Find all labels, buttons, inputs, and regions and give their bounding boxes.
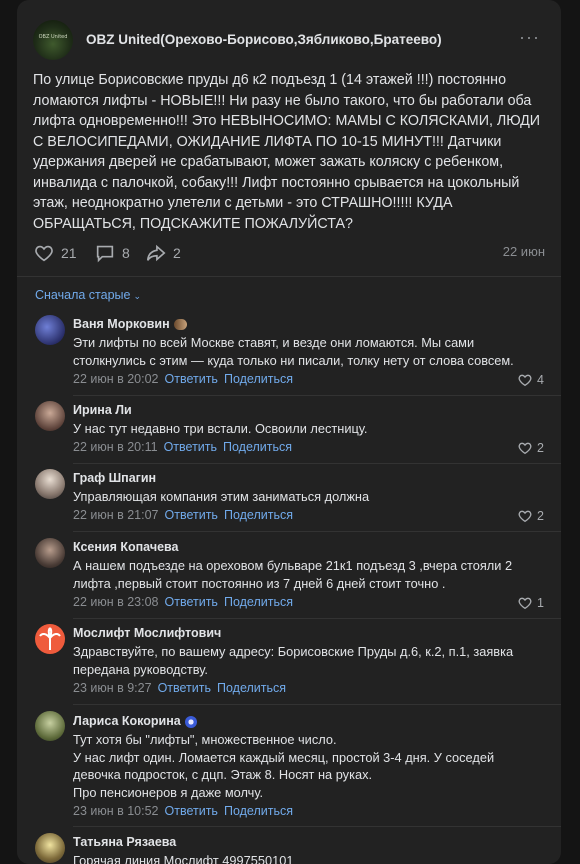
share-link[interactable]: Поделиться xyxy=(224,372,293,386)
comment-divider xyxy=(73,531,561,532)
comment-likes-count: 4 xyxy=(537,373,544,387)
group-avatar[interactable]: OBZ United xyxy=(33,20,73,60)
group-avatar-caption: OBZ United xyxy=(38,34,68,40)
comment-author[interactable]: Лариса Кокорина xyxy=(73,714,197,728)
share-link[interactable]: Поделиться xyxy=(224,595,293,609)
reply-link[interactable]: Ответить xyxy=(165,372,218,386)
comment-like-button[interactable]: 1 xyxy=(517,595,544,611)
comment-text: Эти лифты по всей Москве ставят, и везде… xyxy=(73,335,514,368)
comment-date[interactable]: 22 июн в 20:02 xyxy=(73,372,159,386)
chevron-down-icon: ⌄ xyxy=(133,291,142,301)
comment-likes-count: 2 xyxy=(537,509,544,523)
heart-icon xyxy=(518,597,532,610)
avatar[interactable] xyxy=(35,711,65,741)
avatar[interactable] xyxy=(35,469,65,499)
comment-text: А нашем подъезде на ореховом бульваре 21… xyxy=(73,558,513,591)
comment-author[interactable]: Ваня Морковин xyxy=(73,317,187,331)
avatar[interactable] xyxy=(35,538,65,568)
comments-count: 8 xyxy=(122,245,130,261)
post-text: По улице Борисовские пруды д6 к2 подъезд… xyxy=(33,72,541,232)
reply-link[interactable]: Ответить xyxy=(165,595,218,609)
divider xyxy=(17,276,561,277)
comment-date[interactable]: 23 июн в 10:52 xyxy=(73,804,159,818)
comment-button[interactable]: 8 xyxy=(94,242,130,264)
comment-author[interactable]: Мослифт Мослифтович xyxy=(73,626,221,640)
share-link[interactable]: Поделиться xyxy=(223,440,292,454)
comment-like-button[interactable]: 4 xyxy=(517,372,544,388)
comment-date[interactable]: 22 июн в 20:11 xyxy=(73,440,158,454)
avatar[interactable] xyxy=(35,315,65,345)
comment-text: Управляющая компания этим заниматься дол… xyxy=(73,489,370,504)
comment-text: Горячая линия Мослифт 4997550101 xyxy=(73,853,294,864)
badge-icon xyxy=(184,715,197,728)
comment-likes-count: 1 xyxy=(537,596,544,610)
reply-link[interactable]: Ответить xyxy=(165,508,218,522)
post-card: OBZ United OBZ United(Орехово-Борисово,З… xyxy=(17,0,561,864)
heart-icon xyxy=(518,442,532,455)
group-name[interactable]: OBZ United(Орехово-Борисово,Зябликово,Бр… xyxy=(86,32,442,47)
share-link[interactable]: Поделиться xyxy=(217,681,286,695)
heart-icon xyxy=(35,245,53,262)
comment-icon xyxy=(96,245,114,263)
comment-author[interactable]: Граф Шпагин xyxy=(73,471,156,485)
comment-divider xyxy=(73,704,561,705)
avatar[interactable] xyxy=(35,833,65,863)
likes-count: 21 xyxy=(61,245,77,261)
comment-meta: 23 июн в 9:27 Ответить Поделиться xyxy=(73,681,286,695)
comment-text: Тут хотя бы "лифты", множественное число… xyxy=(73,732,495,800)
comment-divider xyxy=(73,463,561,464)
comment-meta: 22 июн в 21:07 Ответить Поделиться xyxy=(73,508,293,522)
share-link[interactable]: Поделиться xyxy=(224,804,293,818)
comment-divider xyxy=(73,395,561,396)
post-header: OBZ United OBZ United(Орехово-Борисово,З… xyxy=(33,18,545,64)
heart-icon xyxy=(518,374,532,387)
comment-like-button[interactable]: 2 xyxy=(517,440,544,456)
share-link[interactable]: Поделиться xyxy=(224,508,293,522)
comment-text: У нас тут недавно три встали. Освоили ле… xyxy=(73,421,368,436)
comment-divider xyxy=(73,618,561,619)
comment-author[interactable]: Ксения Копачева xyxy=(73,540,179,554)
like-button[interactable]: 21 xyxy=(33,242,77,264)
comments-sort[interactable]: Сначала старые ⌄ xyxy=(35,288,141,302)
post-actions: 21 8 2 22 июн xyxy=(33,242,545,264)
comment-author[interactable]: Татьяна Рязаева xyxy=(73,835,176,849)
comment-meta: 22 июн в 23:08 Ответить Поделиться xyxy=(73,595,293,609)
more-options-icon[interactable]: ··· xyxy=(519,28,539,46)
share-button[interactable]: 2 xyxy=(145,242,181,264)
badge-icon xyxy=(173,319,187,331)
reply-link[interactable]: Ответить xyxy=(158,681,211,695)
comment-text: Здравствуйте, по вашему адресу: Борисовс… xyxy=(73,644,514,677)
reply-link[interactable]: Ответить xyxy=(165,804,218,818)
share-icon xyxy=(146,244,166,262)
comment-divider xyxy=(73,826,561,827)
comment-likes-count: 2 xyxy=(537,441,544,455)
comment-date[interactable]: 22 июн в 23:08 xyxy=(73,595,159,609)
avatar[interactable] xyxy=(35,401,65,431)
palm-logo-icon xyxy=(39,627,61,650)
comment-date[interactable]: 23 июн в 9:27 xyxy=(73,681,152,695)
comment-meta: 22 июн в 20:11 Ответить Поделиться xyxy=(73,440,292,454)
post-date[interactable]: 22 июн xyxy=(503,244,545,259)
reply-link[interactable]: Ответить xyxy=(164,440,217,454)
shares-count: 2 xyxy=(173,245,181,261)
comment-author[interactable]: Ирина Ли xyxy=(73,403,132,417)
comment-date[interactable]: 22 июн в 21:07 xyxy=(73,508,159,522)
avatar[interactable] xyxy=(35,624,65,654)
heart-icon xyxy=(518,510,532,523)
comment-meta: 23 июн в 10:52 Ответить Поделиться xyxy=(73,804,293,818)
comment-meta: 22 июн в 20:02 Ответить Поделиться xyxy=(73,372,293,386)
sort-label: Сначала старые xyxy=(35,288,131,302)
comment-like-button[interactable]: 2 xyxy=(517,508,544,524)
